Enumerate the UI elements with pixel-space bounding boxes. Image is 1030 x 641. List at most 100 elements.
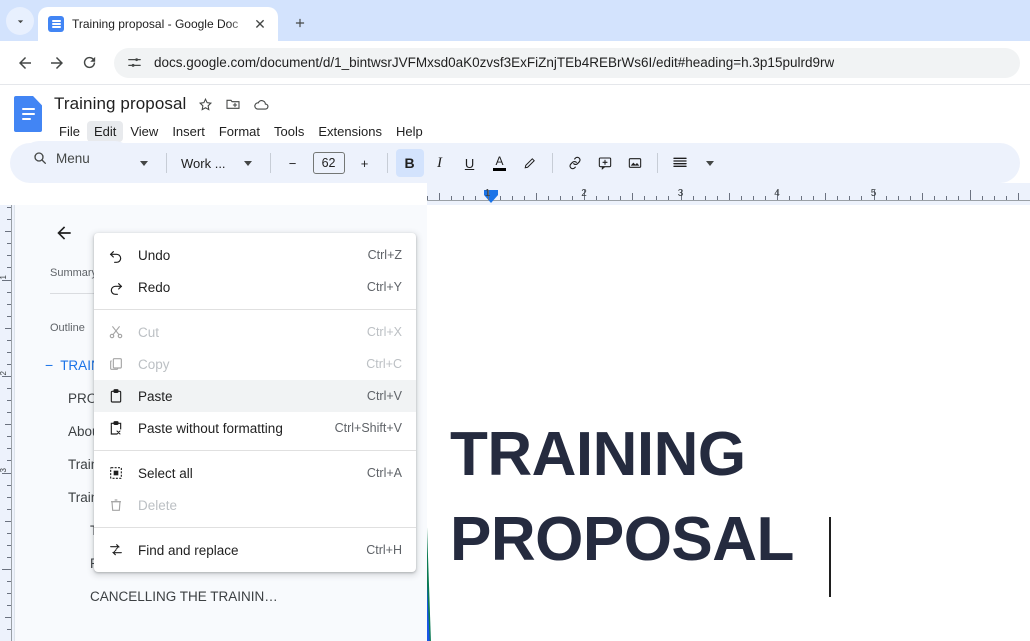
menu-view[interactable]: View — [123, 121, 165, 142]
url-bar[interactable]: docs.google.com/document/d/1_bintwsrJVFM… — [114, 47, 1020, 78]
edit-menu-dropdown[interactable]: Undo Ctrl+Z Redo Ctrl+Y Cut Ctrl+X Copy … — [94, 233, 416, 572]
menu-file[interactable]: File — [52, 121, 87, 142]
ruler-tick — [7, 629, 11, 631]
ruler-tick — [7, 315, 11, 317]
align-dropdown-caret[interactable] — [696, 149, 724, 177]
document-canvas[interactable]: TRAINING PROPOSAL — [427, 205, 1030, 641]
forward-icon[interactable] — [42, 48, 72, 78]
increase-font-size-button[interactable]: + — [351, 149, 379, 177]
collapse-dash-icon[interactable]: − — [45, 357, 53, 373]
menu-item-paste-without-formatting[interactable]: Paste without formatting Ctrl+Shift+V — [94, 412, 416, 444]
select-all-icon — [106, 463, 126, 483]
browser-tab[interactable]: Training proposal - Google Doc ✕ — [38, 7, 278, 41]
horizontal-ruler[interactable]: 1 2 3 4 5 — [427, 183, 1030, 205]
cloud-saved-icon[interactable] — [252, 95, 270, 113]
bold-label: B — [404, 155, 415, 171]
insert-link-icon[interactable] — [561, 149, 589, 177]
text-color-button[interactable]: A — [486, 149, 514, 177]
menu-item-shortcut: Ctrl+V — [366, 389, 402, 403]
menu-item-select-all[interactable]: Select all Ctrl+A — [94, 457, 416, 489]
outline-item-cancelling[interactable]: CANCELLING THE TRAININ… — [45, 580, 411, 613]
menu-edit[interactable]: Edit — [86, 120, 124, 142]
move-to-folder-icon[interactable] — [224, 95, 242, 113]
menu-separator — [94, 309, 416, 310]
toolbar-divider — [551, 153, 553, 173]
menu-tools[interactable]: Tools — [267, 121, 311, 142]
paragraph-style-label[interactable]: Work ... — [175, 156, 232, 171]
reload-icon[interactable] — [74, 48, 104, 78]
ruler-tick — [511, 196, 513, 200]
close-icon[interactable]: ✕ — [250, 14, 270, 34]
menu-item-copy[interactable]: Copy Ctrl+C — [94, 348, 416, 380]
ruler-tick — [885, 196, 887, 200]
zoom-dropdown-caret[interactable] — [130, 149, 158, 177]
ruler-tick — [994, 196, 996, 200]
ruler-tick — [7, 532, 11, 534]
bold-button[interactable]: B — [395, 149, 424, 177]
ruler-tick — [7, 605, 11, 607]
menu-item-label: Find and replace — [138, 542, 239, 558]
new-tab-button[interactable] — [286, 9, 314, 37]
menu-item-shortcut: Ctrl+X — [366, 325, 402, 339]
insert-image-icon[interactable] — [621, 149, 649, 177]
menu-item-shortcut: Ctrl+A — [366, 466, 402, 480]
copy-icon — [106, 354, 126, 374]
document-page[interactable]: TRAINING PROPOSAL — [427, 205, 1030, 641]
menu-item-undo[interactable]: Undo Ctrl+Z — [94, 239, 416, 271]
back-icon[interactable] — [10, 48, 40, 78]
ruler-tick — [752, 196, 754, 200]
ruler-tick — [547, 196, 549, 200]
ruler-tick — [5, 520, 11, 522]
ruler-tick — [957, 196, 959, 200]
trash-delete-icon — [106, 495, 126, 515]
document-title[interactable]: Training proposal — [54, 94, 186, 114]
menu-search-box[interactable]: Menu — [22, 141, 132, 175]
ruler-tick — [5, 424, 11, 426]
menu-item-label: Select all — [138, 465, 193, 481]
document-heading[interactable]: TRAINING PROPOSAL — [450, 420, 920, 572]
decrease-font-size-button[interactable]: − — [279, 149, 307, 177]
ruler-tick — [7, 460, 11, 462]
ruler-tick — [7, 593, 11, 595]
star-icon[interactable] — [196, 95, 214, 113]
ruler-number: 4 — [774, 188, 780, 199]
paragraph-style-caret[interactable] — [234, 149, 262, 177]
ruler-tick — [909, 196, 911, 200]
menu-item-cut[interactable]: Cut Ctrl+X — [94, 316, 416, 348]
menu-item-shortcut: Ctrl+C — [366, 357, 402, 371]
font-size-input[interactable]: 62 — [312, 152, 345, 174]
vertical-ruler: 1 2 3 — [0, 205, 14, 641]
heading-line-1: TRAINING — [450, 420, 746, 489]
menu-item-delete[interactable]: Delete — [94, 489, 416, 521]
ruler-tick — [825, 193, 827, 200]
tab-search-chevron-icon[interactable] — [6, 7, 34, 35]
align-icon[interactable] — [666, 149, 694, 177]
underline-button[interactable]: U — [456, 149, 484, 177]
menu-item-find-and-replace[interactable]: Find and replace Ctrl+H — [94, 534, 416, 566]
ruler-tick — [2, 569, 11, 570]
menu-item-redo[interactable]: Redo Ctrl+Y — [94, 271, 416, 303]
ruler-tick — [7, 388, 11, 390]
ruler-tick — [7, 508, 11, 510]
ruler-tick — [1006, 196, 1008, 200]
ruler-tick — [7, 339, 11, 341]
search-icon — [34, 152, 46, 164]
close-outline-back-icon[interactable] — [50, 219, 78, 247]
undo-icon — [106, 245, 126, 265]
toolbar-divider — [656, 153, 658, 173]
menu-extensions[interactable]: Extensions — [311, 121, 389, 142]
menu-insert[interactable]: Insert — [165, 121, 212, 142]
add-comment-icon[interactable] — [591, 149, 619, 177]
menu-item-paste[interactable]: Paste Ctrl+V — [94, 380, 416, 412]
italic-button[interactable]: I — [426, 149, 454, 177]
tune-site-settings-icon[interactable] — [126, 54, 144, 72]
menu-format[interactable]: Format — [212, 121, 267, 142]
menu-help[interactable]: Help — [389, 121, 430, 142]
highlight-pen-icon[interactable] — [516, 149, 544, 177]
ruler-tick — [499, 196, 501, 200]
paste-without-formatting-icon — [106, 418, 126, 438]
text-cursor-caret — [829, 517, 831, 597]
google-docs-favicon — [48, 16, 64, 32]
docs-logo-icon[interactable] — [10, 91, 46, 137]
ruler-tick — [801, 196, 803, 200]
